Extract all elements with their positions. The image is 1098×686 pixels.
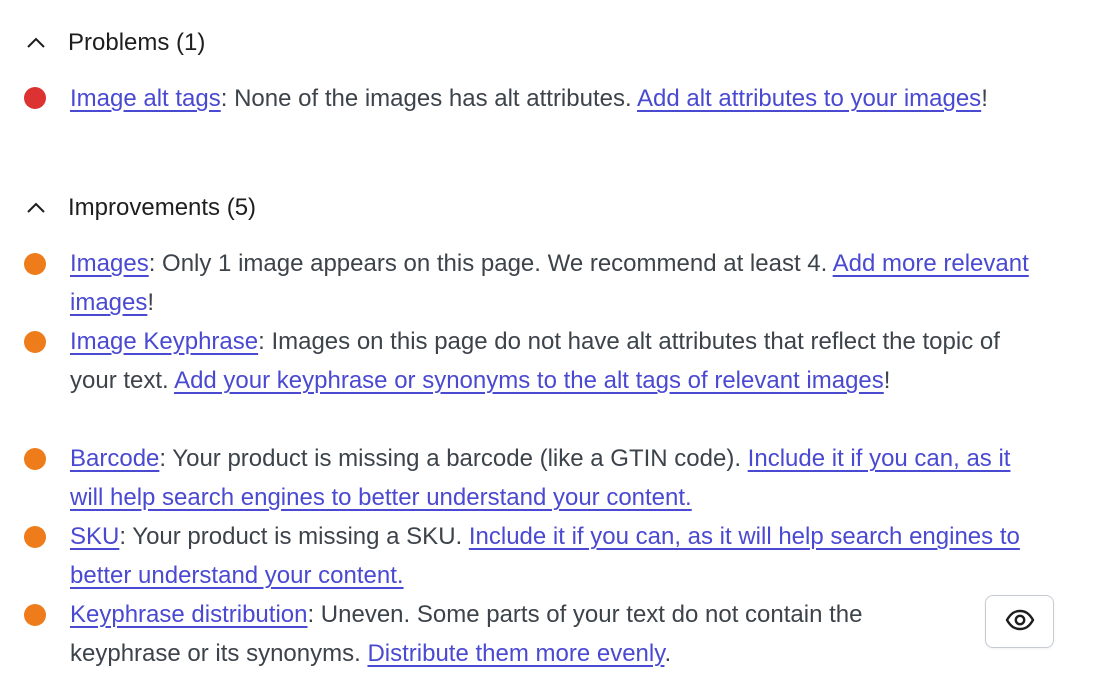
assessment-link[interactable]: Images [70, 250, 149, 277]
action-link[interactable]: Add alt attributes to your images [637, 85, 981, 112]
action-link[interactable]: Add your keyphrase or synonyms to the al… [174, 367, 884, 394]
improvement-text: Image Keyphrase: Images on this page do … [70, 328, 1000, 394]
assessment-link[interactable]: Image Keyphrase [70, 328, 258, 355]
improvement-bullet-icon [24, 448, 46, 470]
improvement-bullet-icon [24, 253, 46, 275]
eye-icon [1005, 609, 1035, 634]
improvement-text: Keyphrase distribution: Uneven. Some par… [70, 601, 863, 667]
improvements-title: Improvements (5) [68, 194, 257, 221]
seo-analysis-panel: Problems (1) Image alt tags: None of the… [0, 0, 1098, 686]
improvement-text: Barcode: Your product is missing a barco… [70, 445, 1011, 511]
improvement-text: Images: Only 1 image appears on this pag… [70, 250, 1029, 316]
problems-toggle[interactable]: Problems (1) [24, 28, 205, 58]
problem-bullet-icon [24, 87, 46, 109]
action-link[interactable]: Distribute them more evenly [367, 640, 664, 667]
improvement-bullet-icon [24, 604, 46, 626]
assessment-link[interactable]: SKU [70, 523, 119, 550]
problems-title: Problems (1) [68, 29, 206, 56]
assessment-link[interactable]: Barcode [70, 445, 159, 472]
highlight-toggle-button[interactable] [985, 595, 1054, 648]
chevron-up-icon [24, 31, 48, 55]
improvement-text: SKU: Your product is missing a SKU. Incl… [70, 523, 1020, 589]
improvement-bullet-icon [24, 331, 46, 353]
assessment-link[interactable]: Keyphrase distribution [70, 601, 307, 628]
improvements-toggle[interactable]: Improvements (5) [24, 193, 256, 223]
chevron-up-icon [24, 196, 48, 220]
problem-text: Image alt tags: None of the images has a… [70, 85, 988, 112]
assessment-link[interactable]: Image alt tags [70, 85, 221, 112]
improvement-bullet-icon [24, 526, 46, 548]
